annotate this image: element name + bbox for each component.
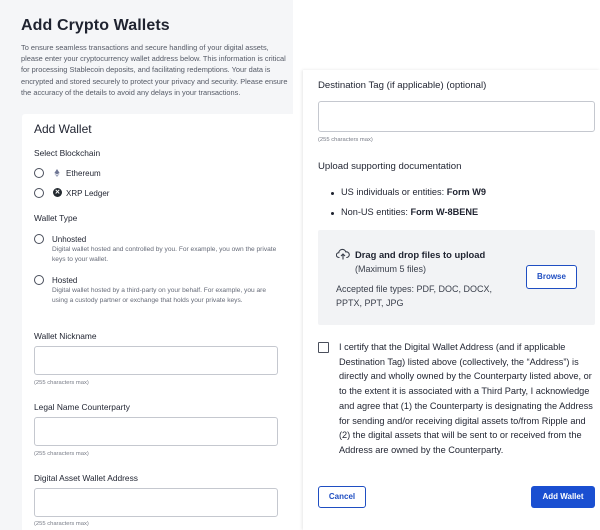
certify-checkbox[interactable]: [318, 342, 329, 353]
browse-button[interactable]: Browse: [526, 265, 577, 289]
option-hosted-label: Hosted: [52, 276, 78, 285]
add-wallet-card: [22, 114, 293, 530]
wallet-address-label: Digital Asset Wallet Address: [34, 473, 138, 483]
bullet-dot: [331, 192, 334, 195]
bullet-dot: [331, 212, 334, 215]
upload-label: Upload supporting documentation: [318, 161, 462, 172]
counterparty-hint: (255 characters max): [34, 451, 89, 457]
xrp-icon: ✕: [53, 188, 62, 197]
radio-unhosted[interactable]: [34, 234, 44, 244]
intro-text: To ensure seamless transactions and secu…: [21, 43, 288, 97]
nickname-input[interactable]: [34, 346, 278, 375]
blockchain-label: Select Blockchain: [34, 148, 101, 158]
cloud-upload-icon: [336, 248, 350, 260]
nickname-label: Wallet Nickname: [34, 331, 97, 341]
option-xrp-label: XRP Ledger: [66, 189, 110, 198]
radio-ethereum[interactable]: [34, 168, 44, 178]
option-ethereum-label: Ethereum: [66, 169, 101, 178]
ethereum-icon: [54, 169, 60, 177]
option-unhosted-label: Unhosted: [52, 235, 87, 244]
accepted-file-types: Accepted file types: PDF, DOC, DOCX, PPT…: [336, 284, 493, 308]
counterparty-label: Legal Name Counterparty: [34, 402, 130, 412]
wallet-address-hint: (255 characters max): [34, 521, 89, 527]
counterparty-input[interactable]: [34, 417, 278, 446]
destination-tag-label: Destination Tag (if applicable) (optiona…: [318, 80, 487, 91]
wallet-type-label: Wallet Type: [34, 213, 78, 223]
add-wallet-button[interactable]: Add Wallet: [531, 486, 595, 508]
bullet-us: US individuals or entities: Form W9: [341, 187, 487, 197]
option-hosted-description: Digital wallet hosted by a third-party o…: [52, 287, 267, 305]
dropzone-subtitle: (Maximum 5 files): [355, 264, 427, 274]
page-title: Add Crypto Wallets: [21, 17, 170, 34]
bullet-non-us: Non-US entities: Form W-8BENE: [341, 207, 479, 217]
radio-hosted[interactable]: [34, 275, 44, 285]
card-heading: Add Wallet: [34, 122, 92, 136]
wallet-address-input[interactable]: [34, 488, 278, 517]
destination-tag-input[interactable]: [318, 101, 595, 132]
dropzone-title: Drag and drop files to upload: [355, 249, 486, 260]
radio-xrp-ledger[interactable]: [34, 188, 44, 198]
option-unhosted-description: Digital wallet hosted and controlled by …: [52, 246, 277, 264]
destination-tag-hint: (255 characters max): [318, 137, 373, 143]
cancel-button[interactable]: Cancel: [318, 486, 366, 508]
certify-text: I certify that the Digital Wallet Addres…: [339, 342, 593, 455]
nickname-hint: (255 characters max): [34, 380, 89, 386]
